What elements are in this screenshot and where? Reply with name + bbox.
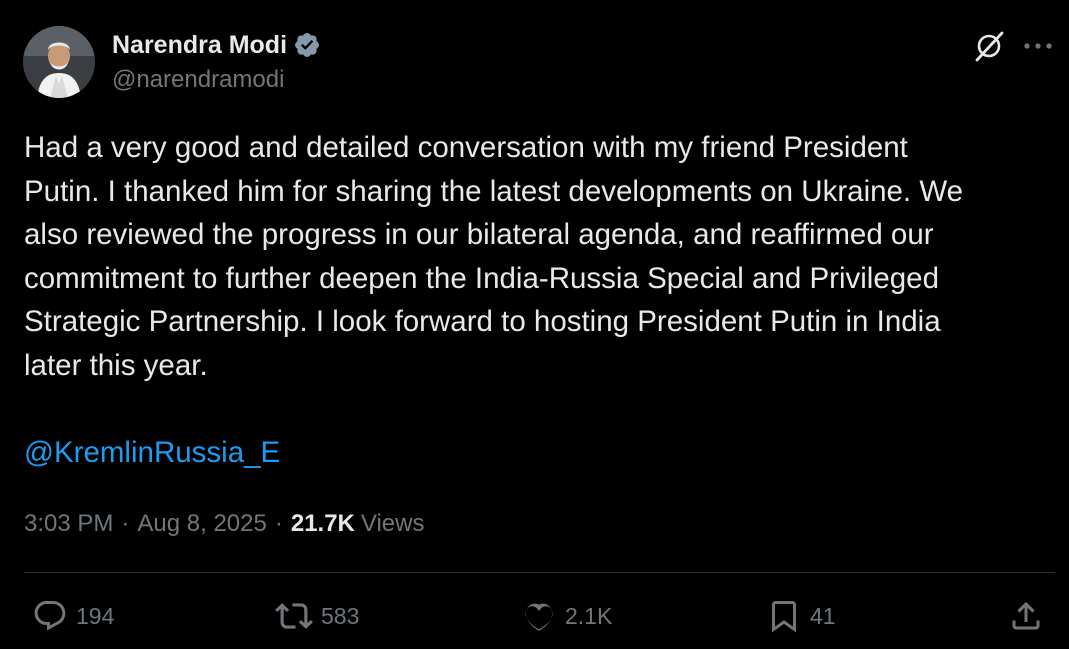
avatar-image: [23, 26, 95, 98]
meta-separator: ·: [121, 510, 130, 537]
repost-icon: [275, 603, 313, 629]
more-options-button[interactable]: [1021, 31, 1055, 61]
views-count[interactable]: 21.7K: [291, 510, 355, 538]
repost-button[interactable]: 583: [275, 594, 359, 638]
reply-button[interactable]: 194: [32, 594, 114, 638]
tweet-time[interactable]: 3:03 PM: [24, 510, 113, 538]
verified-badge-icon[interactable]: [293, 31, 321, 59]
tweet-meta: 3:03 PM · Aug 8, 2025 · 21.7K Views: [24, 504, 424, 544]
reply-count: 194: [76, 602, 115, 629]
repost-count: 583: [321, 602, 360, 629]
grok-icon: [975, 31, 1004, 62]
tweet-text: Had a very good and detailed conversatio…: [24, 131, 964, 382]
share-icon: [1012, 601, 1040, 630]
heart-icon: [525, 603, 553, 631]
share-button[interactable]: [1008, 594, 1044, 638]
avatar[interactable]: [23, 26, 95, 98]
reply-icon: [34, 601, 66, 631]
grok-button[interactable]: [970, 27, 1008, 65]
bookmark-icon: [772, 601, 796, 633]
meta-separator: ·: [274, 510, 283, 537]
tweet-date[interactable]: Aug 8, 2025: [137, 510, 266, 538]
mention-link[interactable]: @KremlinRussia_E: [24, 431, 280, 475]
author-handle[interactable]: @narendramodi: [112, 66, 284, 94]
bookmark-count: 41: [810, 602, 836, 629]
divider: [24, 572, 1055, 573]
author-name[interactable]: Narendra Modi: [112, 31, 287, 60]
like-button[interactable]: 2.1K: [521, 594, 612, 638]
author-name-row[interactable]: Narendra Modi: [112, 29, 321, 61]
bookmark-button[interactable]: 41: [766, 594, 836, 638]
views-label[interactable]: Views: [361, 510, 425, 538]
more-horizontal-icon: [1024, 43, 1052, 49]
like-count: 2.1K: [565, 602, 613, 629]
